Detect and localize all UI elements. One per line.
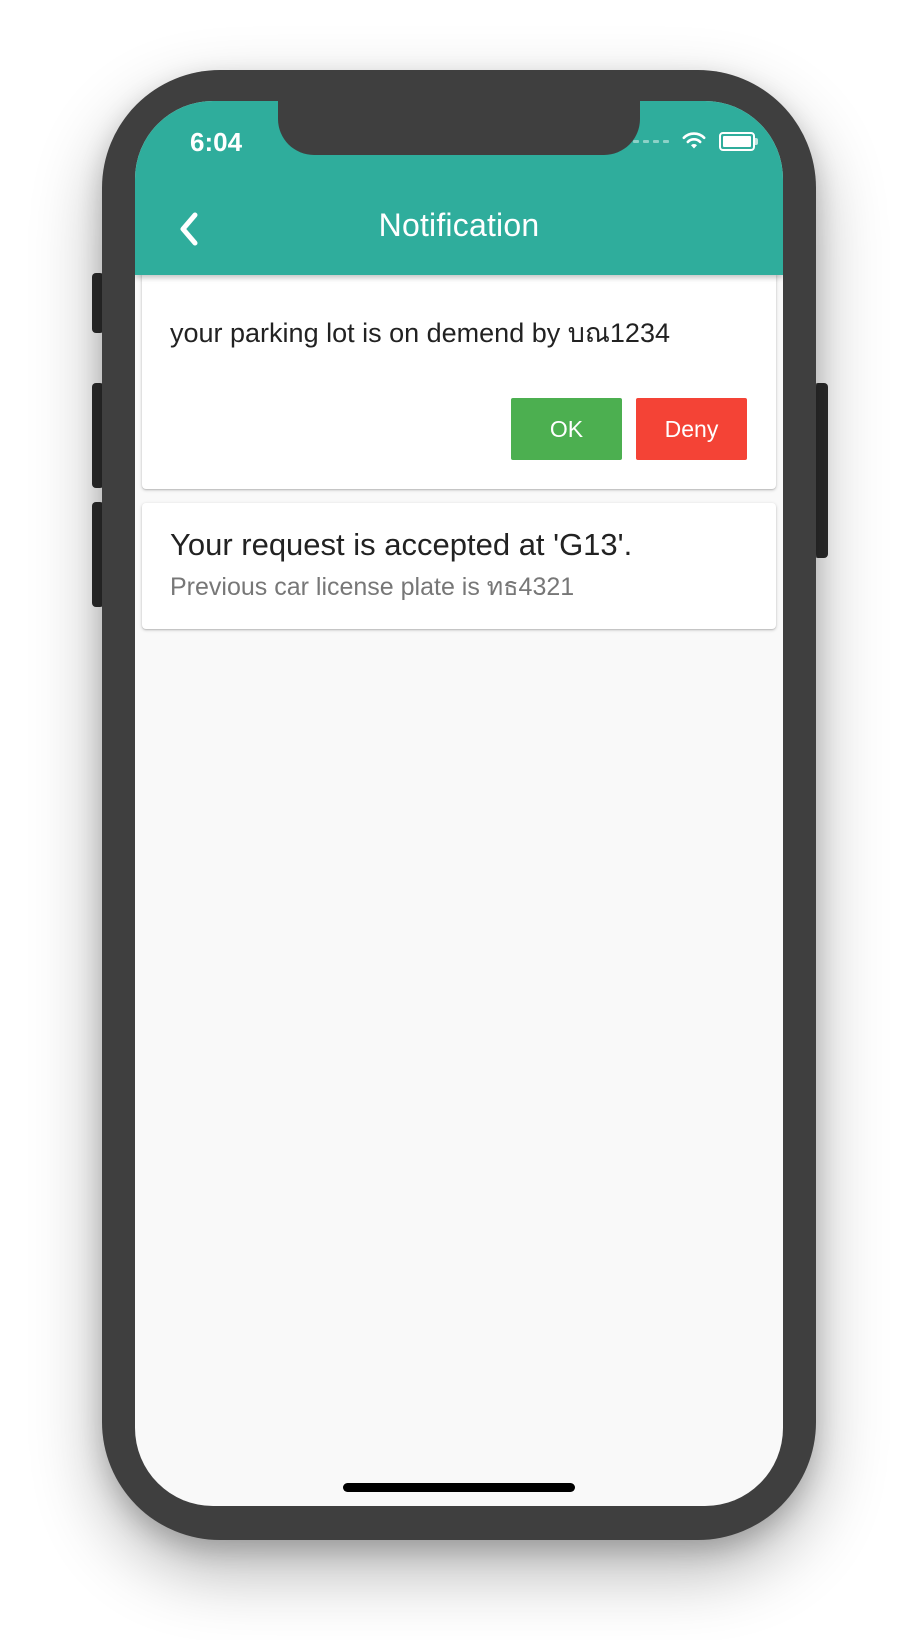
phone-screen: 6:04 Notification your parking lot is on… xyxy=(135,101,783,1506)
notch xyxy=(278,101,640,155)
deny-button[interactable]: Deny xyxy=(636,398,747,460)
notification-title: Your request is accepted at 'G13'. xyxy=(170,527,633,562)
page-title: Notification xyxy=(378,207,540,243)
status-time: 6:04 xyxy=(190,127,243,157)
ok-button[interactable]: OK xyxy=(511,398,622,460)
home-indicator[interactable] xyxy=(343,1483,575,1492)
battery-icon xyxy=(719,131,758,151)
wifi-icon xyxy=(682,132,706,149)
parking-demand-notification-card: your parking lot is on demend by บณ1234 … xyxy=(142,273,776,489)
app-bar: 6:04 Notification xyxy=(135,101,783,275)
signal-icon xyxy=(633,139,669,143)
status-icons xyxy=(633,129,758,153)
notification-subtitle: Previous car license plate is ทธ4321 xyxy=(170,573,575,601)
notification-message: your parking lot is on demend by บณ1234 xyxy=(170,318,670,348)
request-accepted-notification-card[interactable]: Your request is accepted at 'G13'. Previ… xyxy=(142,503,776,629)
power-button xyxy=(814,383,828,558)
